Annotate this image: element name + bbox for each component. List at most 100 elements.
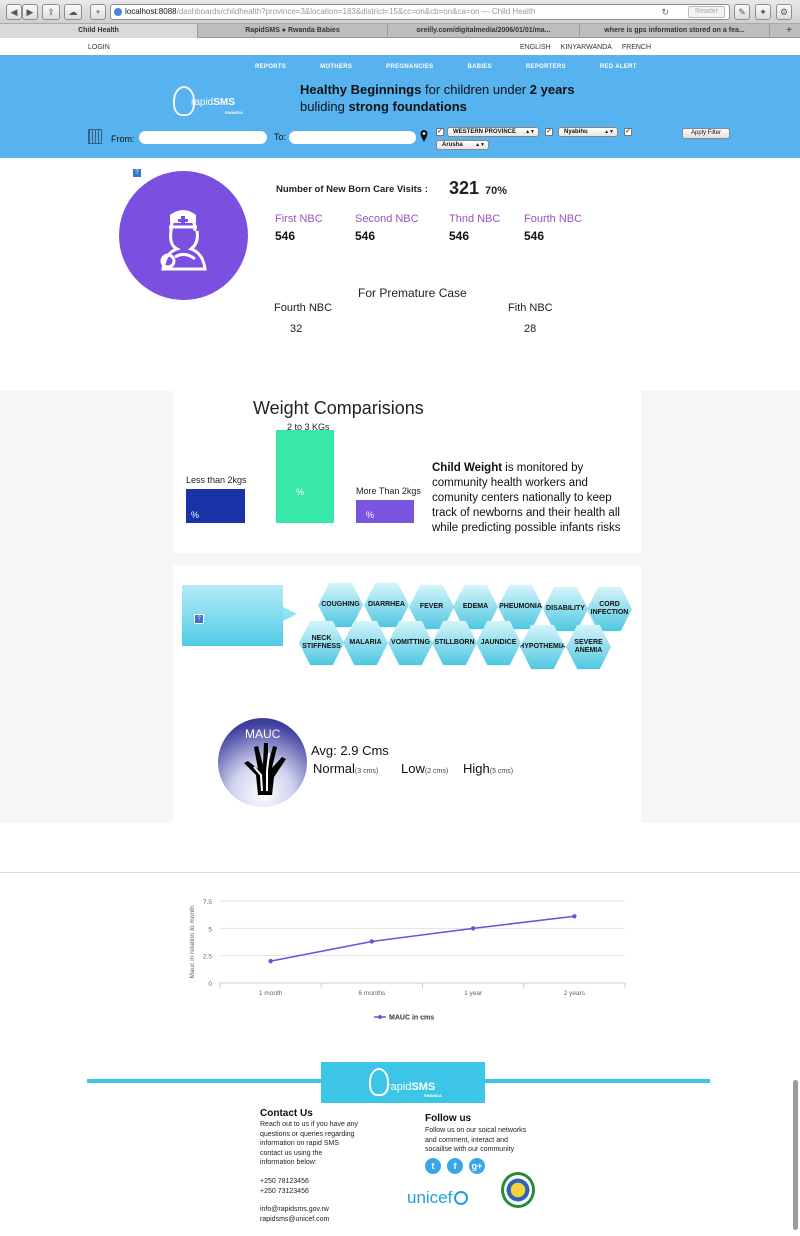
extension-icon[interactable]: ✎ [734, 4, 750, 20]
globe-icon [114, 8, 122, 16]
unicef-logo: unicef [407, 1188, 469, 1208]
logo-sms: SMS [411, 1081, 436, 1093]
twitter-icon[interactable]: t [425, 1158, 441, 1174]
address-bar[interactable]: localhost:8088/dashboards/childhealth?pr… [110, 4, 730, 20]
shield-icon[interactable]: ✦ [755, 4, 771, 20]
bar-percent: % [191, 510, 200, 520]
premature-value: 28 [524, 323, 537, 335]
x-tick-label: 1 year [464, 990, 483, 997]
nav-pregnancies[interactable]: PREGNANCIES [386, 64, 433, 70]
y-tick-label: 0 [208, 981, 212, 988]
login-link[interactable]: LOGIN [88, 44, 110, 51]
data-point [470, 926, 476, 931]
reader-button[interactable]: Reader [688, 6, 725, 18]
from-date-input[interactable] [139, 131, 267, 144]
new-tab-button[interactable]: + [90, 4, 106, 20]
calendar-icon[interactable] [88, 129, 102, 144]
language-english[interactable]: ENGLISH [520, 44, 551, 51]
nav-reports[interactable]: REPORTS [255, 64, 286, 70]
bar-percent: % [366, 510, 375, 520]
tagline-mid: for children under [421, 82, 530, 97]
footer-logo[interactable]: rapidSMS RWANDA [321, 1062, 485, 1103]
language-kinyarwanda[interactable]: KINYARWANDA [561, 44, 612, 51]
nbc-count: 321 [449, 178, 480, 198]
facebook-icon[interactable]: f [447, 1158, 463, 1174]
province-checkbox[interactable]: ✓ [436, 128, 444, 136]
mauc-line-chart: 0 2.5 5 7.5 1 month 6 months 1 year 2 years Mauc… [189, 899, 626, 1022]
legend-label: MAUC in cms [389, 1015, 434, 1022]
logo-rapid: rapid [191, 97, 214, 108]
level-range: (2 cms) [424, 768, 449, 775]
top-link-bar: LOGIN ENGLISH KINYARWANDA FRENCH [0, 41, 800, 55]
x-tick-label: 2 years [564, 990, 586, 997]
mother-baby-icon [369, 1068, 389, 1096]
email-link[interactable]: rapidsms@unicef.com [260, 1215, 329, 1225]
level-name: High [463, 761, 490, 776]
mauc-level-high: High(5 cms) [463, 761, 513, 776]
hand-icon [244, 743, 286, 795]
data-point [268, 958, 273, 964]
add-tab-icon[interactable]: + [786, 24, 792, 38]
to-date-input[interactable] [289, 131, 416, 144]
nbc-value: 546 [449, 229, 470, 243]
province-select[interactable]: WESTERN PROVINCE ▲▼ [447, 127, 539, 137]
settings-icon[interactable]: ⚙ [776, 4, 792, 20]
weight-desc-bold: Child Weight [432, 462, 503, 474]
province-value: WESTERN PROVINCE [453, 129, 517, 135]
nav-reporters[interactable]: REPORTERS [526, 64, 566, 70]
nbc-value: 546 [524, 229, 545, 243]
district-select[interactable]: Nyabihu ▲▼ [558, 127, 618, 137]
sector-checkbox[interactable]: ✓ [624, 128, 632, 136]
email-link[interactable]: info@rapidsms.gov.rw [260, 1205, 329, 1215]
share-icon[interactable]: ⇪ [42, 4, 60, 20]
rwanda-seal-icon [501, 1172, 535, 1208]
nav-babies[interactable]: BABIES [467, 64, 491, 70]
district-checkbox[interactable]: ✓ [545, 128, 553, 136]
icloud-icon[interactable]: ☁ [64, 4, 82, 20]
series-line [270, 915, 575, 962]
nbc-percent: 70% [485, 185, 508, 197]
contact-line: information on rapid SMS [260, 1140, 339, 1147]
main-nav: REPORTS MOTHERS PREGNANCIES BABIES REPOR… [255, 64, 669, 70]
nbc-first: First NBC 546 [275, 213, 323, 243]
unicef-text: unicef [407, 1188, 453, 1207]
mauc-chart: 0 2.5 5 7.5 1 month 6 months 1 year 2 years Mauc… [0, 873, 800, 1033]
language-french[interactable]: FRENCH [622, 44, 651, 51]
y-tick-label: 7.5 [203, 899, 212, 906]
y-tick-label: 2.5 [203, 954, 212, 961]
google-plus-icon[interactable]: g+ [469, 1158, 485, 1174]
mauc-label: MAUC [245, 727, 281, 741]
sector-select[interactable]: Arusha ▲▼ [436, 140, 489, 150]
follow-line: and comment, interact and [425, 1136, 508, 1144]
apply-filter-button[interactable]: Apply Filter [682, 128, 730, 139]
nav-mothers[interactable]: MOTHERS [320, 64, 352, 70]
page-scrollbar[interactable] [793, 1080, 798, 1230]
contact-phones: +250 78123456 +250 73123456 [260, 1177, 309, 1196]
bar-2-to-3kgs: % [276, 430, 334, 523]
logo-rapid: rapid [387, 1081, 412, 1093]
nbc-value: 546 [275, 229, 296, 243]
weight-description: Child Weight is monitored by community h… [432, 461, 637, 536]
forward-button[interactable]: ▶ [22, 4, 38, 20]
help-icon[interactable]: ? [194, 614, 204, 624]
back-button[interactable]: ◀ [6, 4, 22, 20]
reload-icon[interactable]: ↻ [661, 5, 669, 19]
bar-label: Less than 2kgs [186, 475, 247, 485]
nav-red-alert[interactable]: RED ALERT [600, 64, 637, 70]
tab-bar: Child Health RapidSMS ● Rwanda Babies or… [0, 24, 800, 38]
tab-oreilly[interactable]: oreilly.com/digitalmedia/2006/01/01/ma..… [388, 24, 580, 38]
url-path: /dashboards/childhealth?province=3&locat… [176, 7, 480, 16]
premature-name: Fourth NBC [274, 302, 333, 314]
phone-number: +250 73123456 [260, 1187, 309, 1195]
tab-gps-question[interactable]: where is gps information stored on a fea… [580, 24, 770, 38]
district-value: Nyabihu [564, 129, 588, 135]
tab-child-health[interactable]: Child Health [0, 24, 198, 38]
contact-title: Contact Us [260, 1108, 313, 1119]
nbc-third: Thrid NBC 546 [449, 213, 500, 243]
nbc-name: First NBC [275, 213, 323, 225]
language-switcher: ENGLISH KINYARWANDA FRENCH [520, 44, 659, 51]
bar-more-than-2kgs: % [356, 500, 414, 523]
tab-rapidsms[interactable]: RapidSMS ● Rwanda Babies [198, 24, 388, 38]
nurse-circle [119, 171, 248, 300]
rapidsms-logo[interactable]: rapidSMS RWANDA [173, 86, 253, 120]
